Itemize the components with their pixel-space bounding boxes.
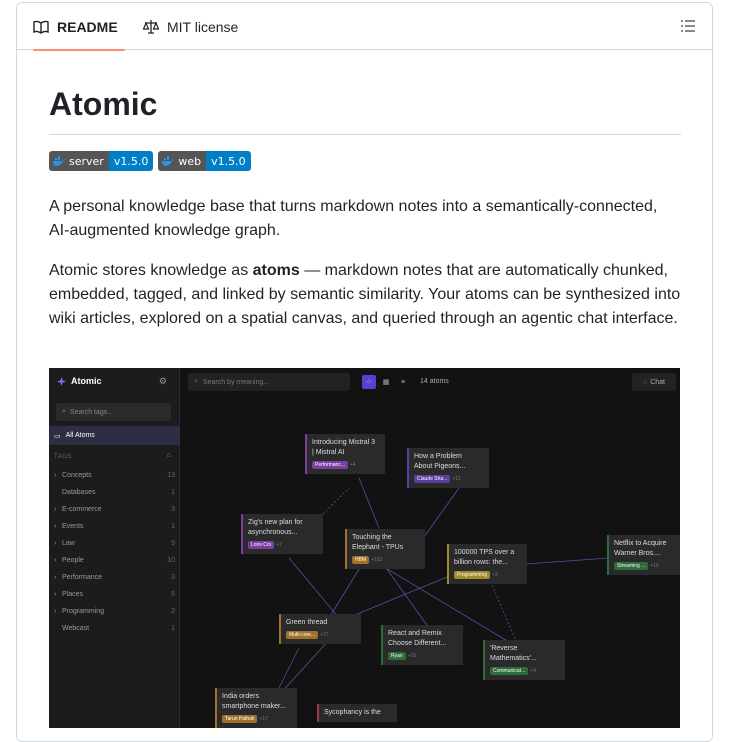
atoms-emphasis: atoms (252, 262, 300, 279)
body-paragraph: Atomic stores knowledge as atoms — markd… (49, 262, 681, 327)
more-tags-count: +3 (492, 572, 498, 578)
atom-card[interactable]: 'Reverse Mathematics'... Communicat... +4 (483, 640, 565, 680)
tag-pill: Tarun Pathak (222, 715, 258, 723)
more-tags-count: +10 (407, 653, 417, 659)
card-title: Green thread (286, 619, 328, 626)
tag-pill: Streaming ... (614, 562, 649, 570)
tab-readme[interactable]: README (33, 3, 125, 51)
card-title: React and Remix (388, 630, 442, 637)
readme-content: Atomic server v1.5.0 web v1.5.0 A person… (49, 50, 681, 331)
tag-pill: Communicat... (490, 667, 529, 675)
atom-card[interactable]: React and Remix Choose Different... Ryan +1… (381, 625, 463, 665)
card-title: How a Problem (414, 453, 462, 460)
atom-card[interactable]: Touching the Elephant - TPUs HBM +153 (345, 529, 425, 569)
card-title: Zig's new plan for (248, 519, 303, 526)
more-tags-count: +4 (350, 462, 356, 468)
card-title: India orders (222, 693, 259, 700)
card-title-line2: billion rows: the... (454, 559, 509, 566)
badge-version: v1.5.0 (108, 151, 154, 171)
atom-card[interactable]: Zig's new plan for asynchronous... Loris C… (241, 514, 323, 554)
card-title-line2: | Mistral AI (312, 449, 345, 456)
tag-pill: Multi-core... (286, 631, 319, 639)
more-tags-count: +10 (650, 563, 659, 569)
tab-license[interactable]: MIT license (143, 3, 238, 50)
atom-card[interactable]: 100000 TPS over a billion rows: the... Pro… (447, 544, 527, 584)
tag-pill: Claude Sha... (414, 475, 451, 483)
card-title: 100000 TPS over a (454, 549, 515, 556)
more-tags-count: +4 (530, 668, 536, 674)
more-tags-count: +7 (276, 542, 282, 548)
readme-box: README MIT license Atomic server v1.5.0 … (16, 2, 713, 742)
card-title: 'Reverse (490, 645, 518, 652)
card-title-line2: Choose Different... (388, 640, 447, 647)
badge-row: server v1.5.0 web v1.5.0 (49, 151, 681, 171)
law-icon (143, 19, 159, 34)
app-screenshot: Atomic ⚙ ⌕ Search tags... ▭ All Atoms TAGS… (49, 368, 680, 728)
web-version-badge[interactable]: web v1.5.0 (158, 151, 251, 171)
card-title-line2: smartphone maker... (222, 703, 286, 710)
card-title: Sycophancy is the (324, 709, 381, 716)
more-tags-count: +77 (320, 632, 329, 638)
card-title-line2: asynchronous... (248, 529, 298, 536)
card-title: Touching the (352, 534, 392, 541)
docker-icon (162, 156, 175, 166)
more-tags-count: +153 (371, 557, 383, 563)
server-version-badge[interactable]: server v1.5.0 (49, 151, 154, 171)
atom-card[interactable]: Introducing Mistral 3 | Mistral AI Perform… (305, 434, 385, 474)
tag-pill: Programming (454, 571, 491, 579)
page-title: Atomic (49, 84, 681, 135)
atom-card[interactable]: India orders smartphone maker... Tarun Pat… (215, 688, 297, 728)
card-title-line2: About Pigeons... (414, 463, 466, 470)
card-title-line2: Elephant - TPUs (352, 544, 404, 551)
atom-card[interactable]: Netflix to Acquire Warner Bros.... Streami… (607, 535, 680, 575)
card-title-line2: Mathematics'... (490, 655, 537, 662)
tab-label: MIT license (167, 18, 239, 35)
docker-icon (53, 156, 65, 166)
intro-paragraph: A personal knowledge base that turns mar… (49, 198, 658, 239)
readme-tabs: README MIT license (17, 3, 712, 51)
atom-card[interactable]: How a Problem About Pigeons... Claude Sha.… (407, 448, 489, 488)
more-tags-count: +17 (259, 716, 268, 722)
table-of-contents-icon[interactable] (680, 18, 696, 34)
card-title-line2: Warner Bros.... (614, 550, 661, 557)
card-title: Netflix to Acquire (614, 540, 667, 547)
badge-label: server (69, 154, 104, 168)
more-tags-count: +12 (452, 476, 461, 482)
atom-card[interactable]: Sycophancy is the (317, 704, 397, 722)
tag-pill: Performanc... (312, 461, 349, 469)
badge-label: web (178, 154, 202, 168)
book-icon (33, 20, 49, 34)
tag-pill: HBM (352, 556, 370, 564)
tag-pill: Ryan (388, 652, 406, 660)
badge-version: v1.5.0 (206, 151, 251, 171)
atom-card[interactable]: Green thread Multi-core... +77 (279, 614, 361, 644)
tag-pill: Loris Cro (248, 541, 275, 549)
card-title: Introducing Mistral 3 (312, 439, 376, 446)
tab-label: README (57, 18, 118, 35)
